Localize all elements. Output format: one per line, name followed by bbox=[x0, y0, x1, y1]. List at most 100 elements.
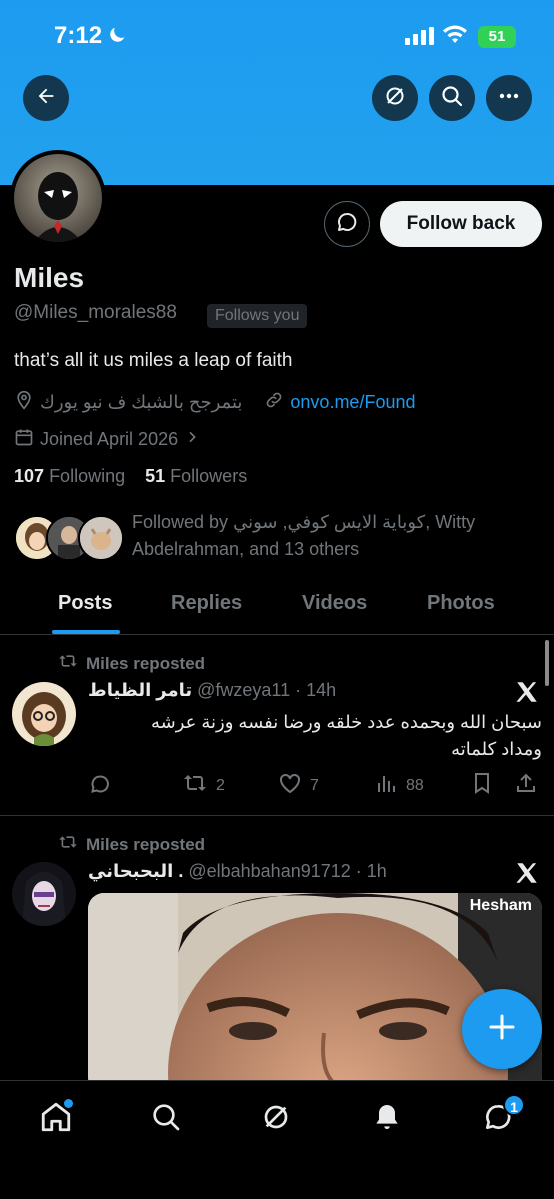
profile-meta-row: بتمرجح بالشبك ف نيو يورك onvo.me/Found bbox=[14, 390, 415, 415]
calendar-icon bbox=[14, 427, 34, 452]
profile-location: بتمرجح بالشبك ف نيو يورك bbox=[40, 392, 243, 412]
joined-row[interactable]: Joined April 2026 bbox=[14, 427, 200, 452]
reply-button[interactable] bbox=[88, 772, 112, 801]
tweet-header: تامر الظياط @fwzeya11 · 14h bbox=[88, 680, 336, 701]
following-link[interactable]: 107 Following bbox=[14, 466, 125, 486]
nav-search[interactable] bbox=[146, 1099, 186, 1139]
view-count: 88 bbox=[406, 776, 424, 794]
more-options-button[interactable] bbox=[486, 75, 532, 121]
back-button[interactable] bbox=[23, 75, 69, 121]
bookmark-button[interactable] bbox=[472, 772, 492, 799]
home-notification-dot bbox=[64, 1099, 73, 1108]
tweet-display-name[interactable]: تامر الظياط bbox=[88, 680, 192, 700]
nav-messages[interactable]: 1 bbox=[478, 1094, 525, 1139]
followed-by-line1: Followed by كوباية الايس كوفي, سوني, Wit… bbox=[132, 512, 476, 532]
profile-avatar[interactable] bbox=[10, 150, 106, 246]
tab-videos[interactable]: Videos bbox=[302, 592, 367, 615]
tweet-media-image[interactable]: Hesham bbox=[88, 893, 542, 1093]
slash-circle-icon bbox=[260, 1101, 292, 1138]
message-button[interactable] bbox=[324, 201, 370, 247]
tab-posts[interactable]: Posts bbox=[58, 592, 112, 615]
moon-icon bbox=[106, 24, 128, 51]
x-logo-icon bbox=[514, 679, 540, 710]
media-watermark: Hesham bbox=[469, 897, 532, 914]
tweet-actions: 2 7 88 bbox=[0, 772, 554, 798]
followed-by-avatars[interactable] bbox=[14, 515, 124, 563]
slash-circle-icon bbox=[383, 84, 407, 113]
active-tab-indicator bbox=[52, 630, 120, 634]
tweet-handle-time: @fwzeya11 · 14h bbox=[197, 680, 337, 700]
tweet-author-avatar[interactable] bbox=[12, 862, 76, 926]
tweet-divider bbox=[0, 815, 554, 816]
nav-notifications[interactable] bbox=[367, 1099, 407, 1139]
compose-post-button[interactable] bbox=[462, 989, 542, 1069]
repost-icon bbox=[58, 653, 78, 674]
profile-tabs: Posts Replies Videos Photos bbox=[0, 580, 554, 635]
retweet-count: 2 bbox=[216, 776, 225, 794]
bell-icon bbox=[371, 1101, 403, 1138]
heart-icon bbox=[278, 772, 302, 799]
search-icon bbox=[150, 1101, 182, 1138]
link-icon bbox=[264, 390, 284, 415]
profile-name: Miles bbox=[14, 262, 85, 293]
wifi-icon bbox=[442, 25, 468, 50]
profile-website-link[interactable]: onvo.me/Found bbox=[290, 392, 415, 413]
retweet-button[interactable]: 2 bbox=[182, 772, 225, 799]
following-count: 107 bbox=[14, 466, 45, 486]
repost-label-text: Miles reposted bbox=[86, 834, 206, 854]
tweet-text-line: ومداد كلماته bbox=[451, 739, 542, 759]
more-horizontal-icon bbox=[497, 84, 521, 113]
like-button[interactable]: 7 bbox=[278, 772, 319, 799]
repost-label: Miles reposted bbox=[58, 653, 205, 674]
status-bar: 7:12 51 bbox=[0, 22, 554, 52]
plus-icon bbox=[487, 1012, 517, 1047]
arrow-left-icon bbox=[35, 85, 57, 112]
cellular-signal-icon bbox=[405, 27, 435, 50]
repost-label: Miles reposted bbox=[58, 834, 205, 855]
location-pin-icon bbox=[14, 390, 34, 415]
bottom-navigation: 1 bbox=[0, 1080, 554, 1199]
bookmark-icon bbox=[472, 772, 492, 799]
profile-bio: that’s all it us miles a leap of faith bbox=[14, 350, 293, 371]
followed-by-text[interactable]: Followed by كوباية الايس كوفي, سوني, Wit… bbox=[132, 509, 492, 563]
followers-label: Followers bbox=[170, 466, 248, 486]
tweet-text-line: سبحان الله وبحمده عدد خلقه ورضا نفسه وزن… bbox=[150, 712, 542, 732]
like-count: 7 bbox=[310, 776, 319, 794]
follow-back-button[interactable]: Follow back bbox=[380, 201, 542, 247]
share-button[interactable] bbox=[515, 772, 537, 799]
share-icon bbox=[515, 772, 537, 799]
nav-grok[interactable] bbox=[256, 1099, 296, 1139]
repost-label-text: Miles reposted bbox=[86, 653, 206, 673]
tweet-text: سبحان الله وبحمده عدد خلقه ورضا نفسه وزن… bbox=[88, 709, 542, 763]
avatar bbox=[78, 515, 124, 561]
follow-counts: 107 Following 51 Followers bbox=[14, 466, 247, 487]
reply-icon bbox=[88, 772, 112, 801]
grok-button[interactable] bbox=[372, 75, 418, 121]
profile-handle: @Miles_morales88 bbox=[14, 302, 177, 323]
tweet-display-name[interactable]: البحبحاني . bbox=[88, 861, 183, 881]
chevron-right-icon bbox=[184, 429, 200, 450]
status-time: 7:12 bbox=[54, 22, 103, 49]
x-logo-icon bbox=[514, 860, 540, 891]
repost-icon bbox=[182, 772, 208, 799]
search-icon bbox=[440, 84, 464, 113]
joined-date: Joined April 2026 bbox=[40, 429, 179, 449]
followers-link[interactable]: 51 Followers bbox=[145, 466, 247, 486]
chat-bubble-icon bbox=[335, 210, 359, 239]
nav-home[interactable] bbox=[36, 1099, 76, 1139]
messages-badge: 1 bbox=[503, 1094, 525, 1116]
bar-chart-icon bbox=[376, 772, 398, 799]
search-button[interactable] bbox=[429, 75, 475, 121]
battery-indicator: 51 bbox=[478, 26, 516, 48]
followers-count: 51 bbox=[145, 466, 166, 486]
scrollbar[interactable] bbox=[545, 640, 549, 686]
repost-icon bbox=[58, 834, 78, 855]
tweet-author-avatar[interactable] bbox=[12, 682, 76, 746]
tab-photos[interactable]: Photos bbox=[427, 592, 495, 615]
views-button[interactable]: 88 bbox=[376, 772, 424, 799]
followed-by-line2: Abdelrahman, and 13 others bbox=[132, 539, 360, 559]
tweet-handle-time: @elbahbahan91712 · 1h bbox=[188, 861, 387, 881]
following-label: Following bbox=[49, 466, 126, 486]
tab-replies[interactable]: Replies bbox=[171, 592, 242, 615]
tweet-header: البحبحاني . @elbahbahan91712 · 1h bbox=[88, 861, 387, 882]
